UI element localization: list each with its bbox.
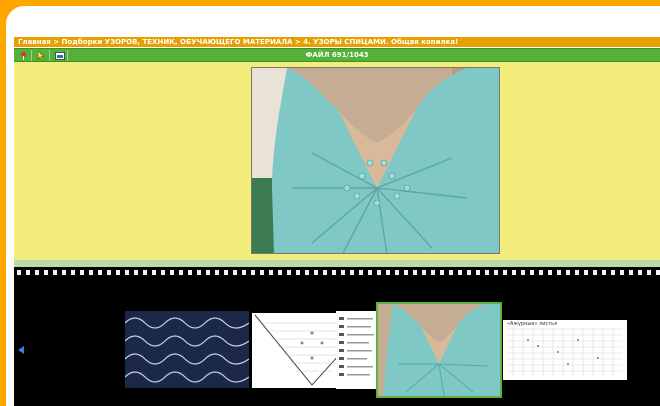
knitted-top-mini (378, 304, 500, 396)
filmstrip: «Ажурные» листья (14, 277, 660, 406)
pin-button[interactable] (16, 50, 32, 61)
breadcrumb-sep: > (294, 38, 304, 46)
breadcrumb: Главная > Подборки УЗОРОВ, ТЕХНИК, ОБУЧА… (14, 37, 660, 47)
image-viewer (14, 62, 660, 260)
knitted-top-illustration (252, 68, 499, 253)
image-button[interactable] (52, 50, 68, 61)
thumb-knitted-top[interactable] (376, 302, 502, 398)
thumb-leaves-chart[interactable]: «Ажурные» листья (503, 320, 627, 380)
file-counter: ФАЙЛ 691/1043 (305, 51, 369, 59)
thumb-stitch-legend[interactable] (336, 311, 378, 389)
thumb-dark-lace[interactable] (125, 311, 249, 388)
toolbar: ФАЙЛ 691/1043 (14, 48, 660, 62)
filmstrip-perforation (14, 267, 660, 277)
breadcrumb-section[interactable]: Подборки УЗОРОВ, ТЕХНИК, ОБУЧАЮЩЕГО МАТЕ… (62, 38, 293, 46)
viewer-separator (14, 260, 660, 267)
prev-arrow-icon[interactable] (18, 346, 24, 354)
breadcrumb-subsection[interactable]: 4. УЗОРЫ СПИЦАМИ. Общая копилка! (303, 38, 458, 46)
breadcrumb-sep: > (53, 38, 62, 46)
image-icon (54, 51, 65, 60)
stitch-legend-graphic (336, 311, 378, 389)
main-photo[interactable] (251, 67, 500, 254)
pin-icon (20, 51, 27, 60)
select-button[interactable] (34, 50, 50, 61)
dark-lace-pattern (125, 311, 249, 388)
cursor-icon (37, 50, 45, 61)
leaves-chart-grid (507, 328, 623, 376)
breadcrumb-home[interactable]: Главная (18, 38, 51, 46)
